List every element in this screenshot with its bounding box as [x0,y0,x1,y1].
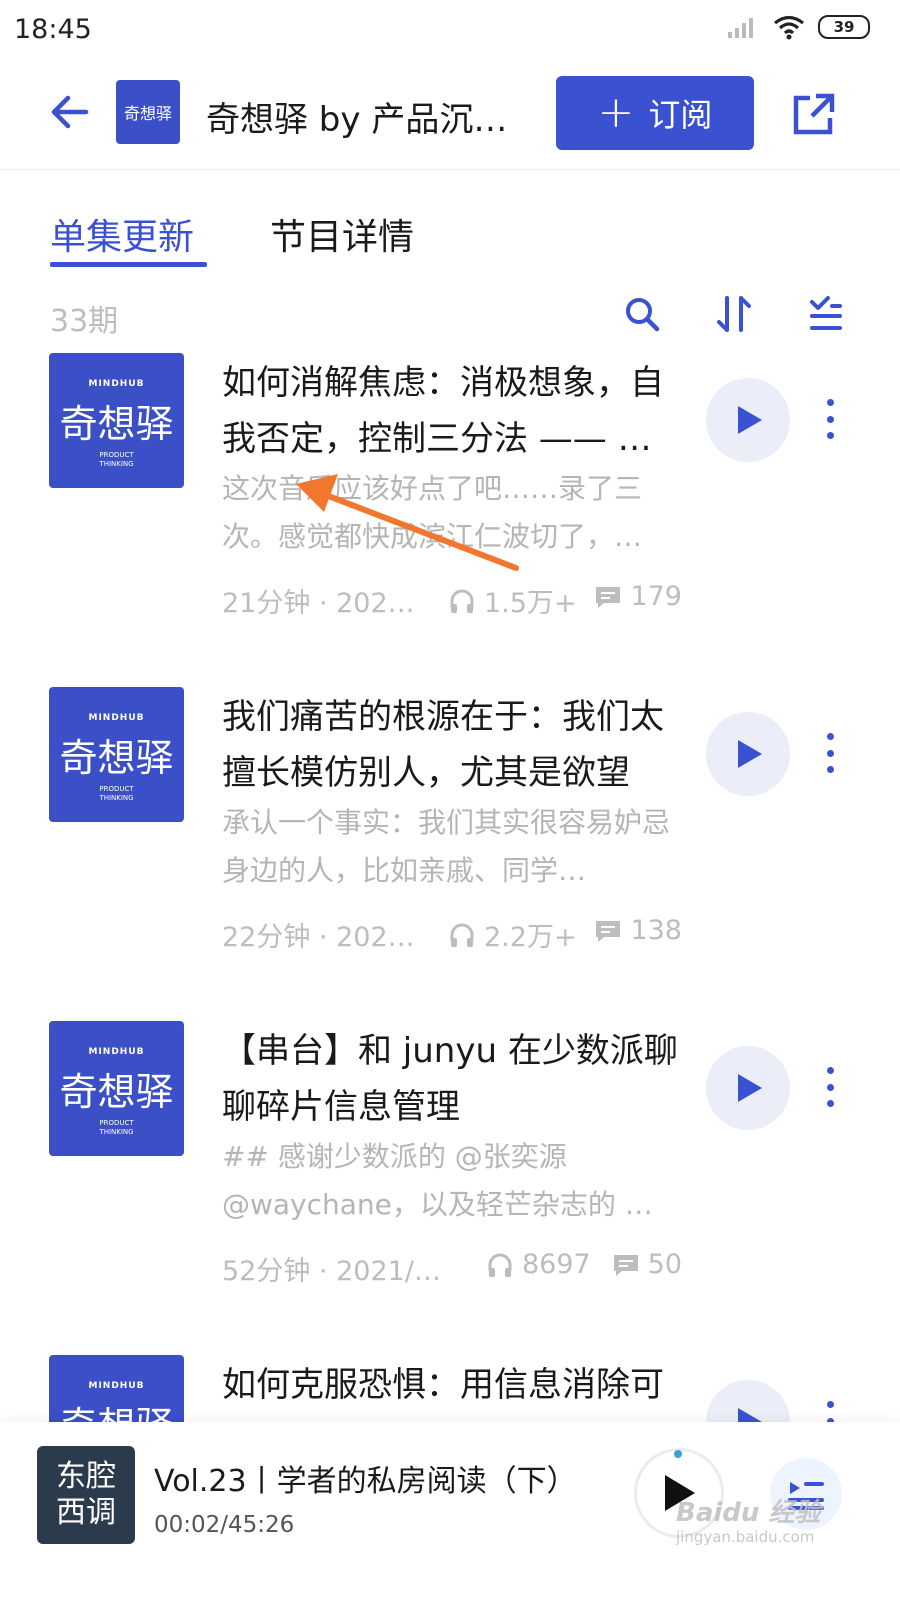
mini-player[interactable]: 东腔 西调 Vol.23丨学者的私房阅读（下） 00:02/45:26 Baid… [0,1422,900,1600]
header: 奇想驿 奇想驿 by 产品沉思录 + 订阅 [0,62,900,170]
episode-plays: 2.2万+ [448,915,577,954]
episode-play-button[interactable] [706,712,790,796]
wifi-icon [774,15,804,40]
episode-cover: MINDHUB 奇想驿 PRODUCT THINKING [49,1021,184,1156]
episode-cover: MINDHUB 奇想驿 PRODUCT THINKING [49,687,184,822]
cover-sub: PRODUCT THINKING [49,785,184,803]
episode-count: 33期 [50,304,119,339]
watermark: Baidu 经验 [676,1498,821,1528]
cover-sub-line: PRODUCT [99,1119,134,1127]
cover-brand: MINDHUB [88,1047,145,1057]
status-time: 18:45 [14,14,92,45]
more-options-icon[interactable] [814,1393,846,1422]
status-bar: 18:45 39 [0,0,900,62]
cover-thumbnail-text: 奇想驿 [123,104,172,123]
headphones-icon [488,1253,512,1277]
share-icon[interactable] [790,90,838,138]
tab-bar: 单集更新 节目详情 [0,170,900,270]
episode-comments: 50 [612,1249,682,1280]
episode-description: 承认一个事实：我们其实很容易妒忌身边的人，比如亲戚、同学… [222,806,671,887]
episode-meta: 52分钟 · 2021/0… 8697 50 [222,1249,682,1289]
episode-title[interactable]: 如何消解焦虑：消极想象，自我否定，控制三分法 —— 斯多葛 [222,355,682,467]
episode-item[interactable]: MINDHUB 奇想驿 PRODUCT THINKING 我们痛苦的根源在于：我们… [0,687,900,1021]
play-count: 8697 [522,1249,591,1280]
comment-icon [613,1254,638,1276]
cover-sub-line: THINKING [99,460,134,468]
more-options-icon[interactable] [814,391,846,447]
episode-item[interactable]: MINDHUB 奇想驿 PRODUCT THINKING 如何消解焦虑：消极想象，… [0,353,900,687]
more-options-icon[interactable] [814,1059,846,1115]
episode-duration-date: 52分钟 · 2021/0… [222,1256,452,1287]
episode-description: 这次音质应该好点了吧……录了三次。感觉都快成滨江仁波切了，… [222,472,643,553]
subscribe-button[interactable]: + 订阅 [556,76,754,150]
sort-icon[interactable] [714,294,754,334]
comment-icon [596,920,621,942]
episode-meta: 21分钟 · 2021… 1.5万+ 179 [222,581,682,621]
progress-dot [674,1450,682,1458]
now-playing-title[interactable]: Vol.23丨学者的私房阅读（下） [154,1456,624,1500]
play-count: 1.5万+ [484,588,577,619]
comment-count: 179 [630,581,682,612]
episode-title[interactable]: 【串台】和 junyu 在少数派聊聊碎片信息管理 [222,1023,682,1135]
episode-title[interactable]: 如何克服恐惧：用信息消除可确定性 [222,1357,682,1422]
podcast-cover-thumbnail[interactable]: 奇想驿 [116,80,180,144]
cover-sub: PRODUCT THINKING [49,1119,184,1137]
cover-brand: MINDHUB [88,713,145,723]
episode-item[interactable]: MINDHUB 奇想驿 如何克服恐惧：用信息消除可确定性 [0,1355,900,1422]
episode-duration-date: 21分钟 · 2021… [222,588,422,619]
batch-select-icon[interactable] [806,294,846,334]
episode-comments: 179 [594,581,682,612]
watermark-url: jingyan.baidu.com [676,1528,815,1546]
more-options-icon[interactable] [814,725,846,781]
cover-name: 奇想驿 [59,402,174,446]
episode-title[interactable]: 我们痛苦的根源在于：我们太擅长模仿别人，尤其是欲望 [222,689,682,801]
podcast-title: 奇想驿 by 产品沉思录 [206,100,536,140]
cover-sub: PRODUCT THINKING [49,451,184,469]
headphones-icon [450,589,474,613]
battery-indicator: 39 [818,15,870,39]
cover-name: 奇想驿 [59,1070,174,1114]
episode-cover: MINDHUB 奇想驿 PRODUCT THINKING [49,353,184,488]
plus-icon: + [597,87,635,138]
tab-episodes[interactable]: 单集更新 [50,208,194,260]
headphones-icon [450,923,474,947]
play-count: 2.2万+ [484,922,577,953]
cover-brand: MINDHUB [88,379,145,389]
cover-name: 奇想驿 [49,1395,184,1422]
play-icon [738,1074,762,1102]
subscribe-label: 订阅 [648,96,713,134]
episode-item[interactable]: MINDHUB 奇想驿 PRODUCT THINKING 【串台】和 junyu … [0,1021,900,1355]
episode-duration-date: 22分钟 · 2021… [222,922,422,953]
cover-brand: MINDHUB [88,1381,145,1391]
episode-plays: 1.5万+ [448,581,577,620]
cover-name: 奇想驿 [59,736,174,780]
episode-play-button[interactable] [706,378,790,462]
episode-comments: 138 [594,915,682,946]
episode-meta: 22分钟 · 2021… 2.2万+ 138 [222,915,682,955]
comment-count: 50 [647,1249,682,1280]
comment-icon [596,586,621,608]
play-icon [738,740,762,768]
cover-sub-line: THINKING [99,794,134,802]
episode-toolbar: 33期 [0,292,900,342]
episode-play-button[interactable] [706,1046,790,1130]
episode-plays: 8697 [486,1249,591,1280]
cover-sub-line: PRODUCT [99,451,134,459]
search-icon[interactable] [622,294,662,334]
tab-details[interactable]: 节目详情 [270,208,414,260]
episode-cover: MINDHUB 奇想驿 [49,1355,184,1422]
status-icons: 39 [726,14,870,40]
cover-sub-line: THINKING [99,1128,134,1136]
back-arrow-icon[interactable] [48,90,92,134]
play-icon [738,406,762,434]
comment-count: 138 [630,915,682,946]
signal-icon [728,18,753,38]
play-icon [738,1408,762,1422]
cover-sub-line: PRODUCT [99,785,134,793]
now-playing-cover[interactable]: 东腔 西调 [37,1446,135,1544]
episode-description: ## 感谢少数派的 @张奕源 @waychane，以及轻芒杂志的 … [222,1140,653,1221]
episode-play-button[interactable] [706,1380,790,1422]
active-tab-indicator [50,262,207,267]
now-playing-time: 00:02/45:26 [154,1512,295,1538]
